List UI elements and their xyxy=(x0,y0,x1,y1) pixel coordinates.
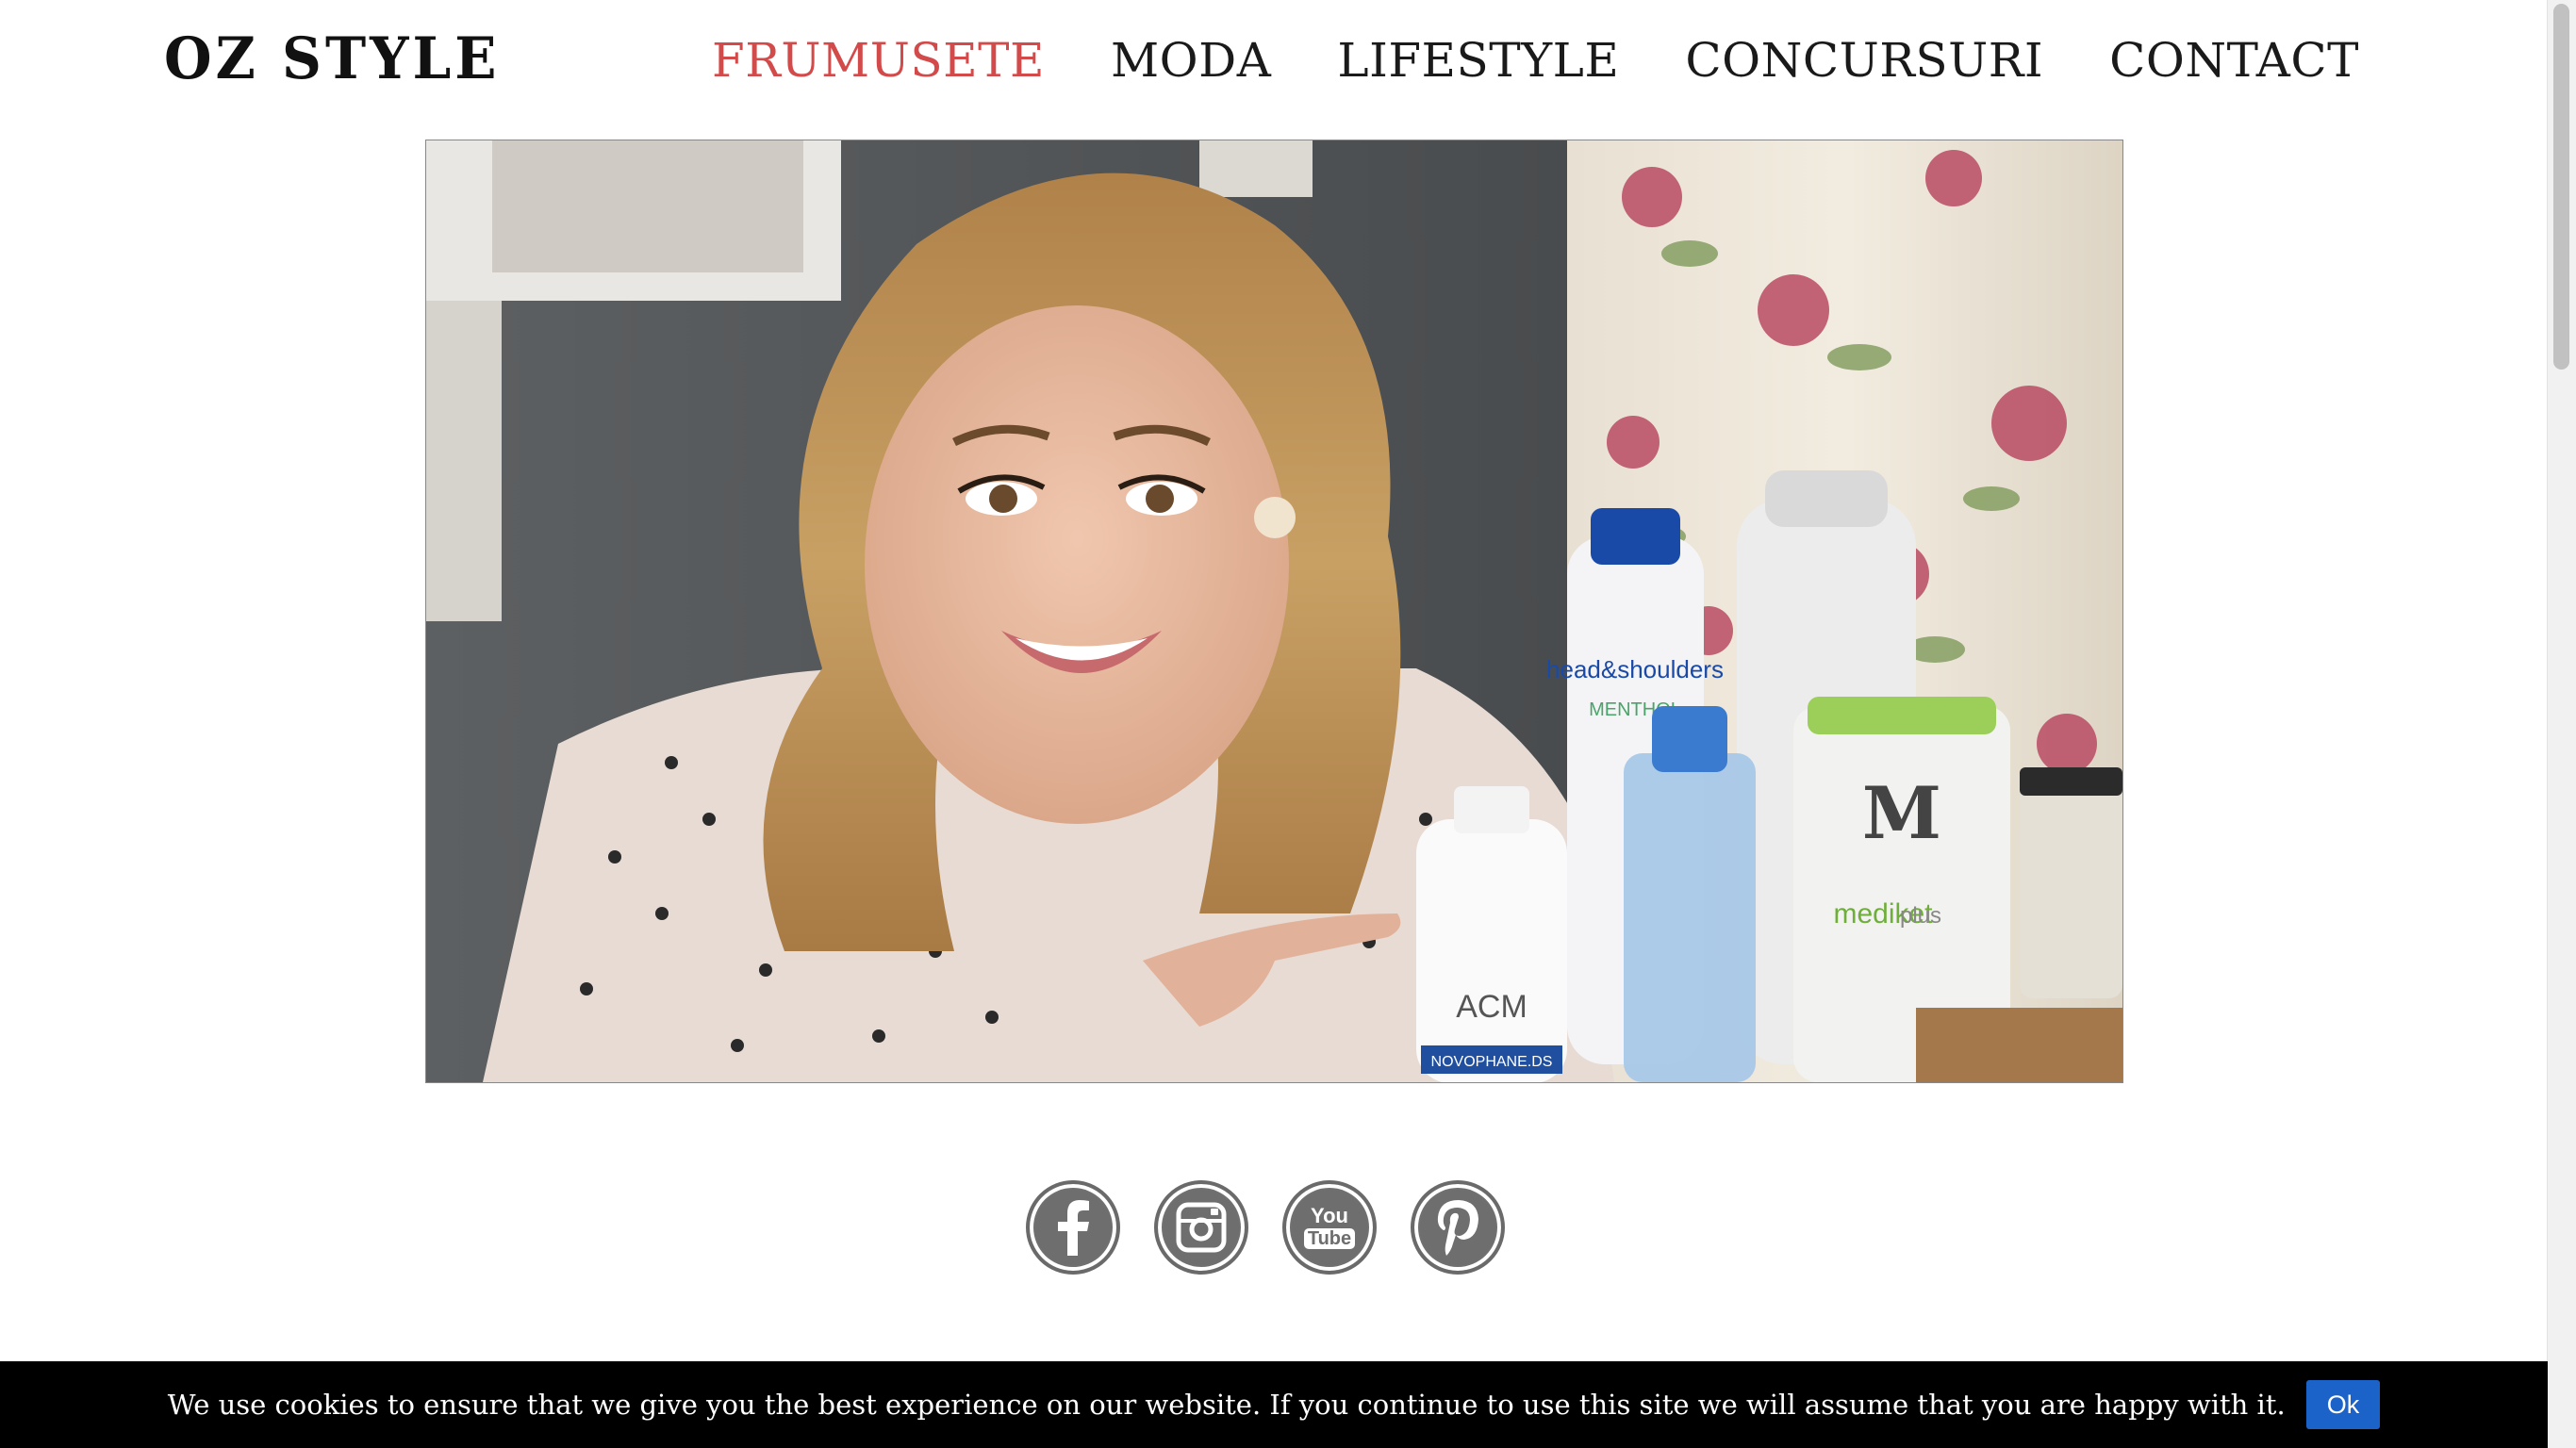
cookie-message: We use cookies to ensure that we give yo… xyxy=(167,1389,2286,1421)
mediket-variant-label: plus xyxy=(1900,903,1941,929)
cookie-consent-bar: We use cookies to ensure that we give yo… xyxy=(0,1361,2548,1448)
nav-item-concursuri[interactable]: CONCURSURI xyxy=(1685,32,2043,89)
pinterest-icon[interactable] xyxy=(1411,1180,1505,1275)
youtube-label-bottom: Tube xyxy=(1303,1228,1356,1249)
nav-item-moda[interactable]: MODA xyxy=(1111,32,1271,89)
instagram-icon[interactable] xyxy=(1154,1180,1248,1275)
cookie-ok-button[interactable]: Ok xyxy=(2305,1380,2381,1429)
youtube-label-top: You xyxy=(1311,1204,1348,1227)
pinterest-glyph xyxy=(1437,1200,1478,1256)
shampoo-brand-label: head&shoulders xyxy=(1546,655,1724,683)
youtube-icon[interactable]: You Tube xyxy=(1282,1180,1377,1275)
facebook-glyph xyxy=(1058,1200,1089,1256)
main-nav: FRUMUSETE MODA LIFESTYLE CONCURSURI CONT… xyxy=(712,32,2359,89)
nav-item-frumusete[interactable]: FRUMUSETE xyxy=(712,32,1045,89)
page: OZ STYLE FRUMUSETE MODA LIFESTYLE CONCUR… xyxy=(0,0,2576,1448)
social-icons: You Tube xyxy=(1026,1180,1505,1275)
vertical-scrollbar[interactable] xyxy=(2547,0,2576,1448)
mediket-letter: M xyxy=(1862,771,1941,855)
acm-product-label: NOVOPHANE.DS xyxy=(1431,1054,1553,1070)
site-logo[interactable]: OZ STYLE xyxy=(164,25,501,91)
acm-brand-label: ACM xyxy=(1456,989,1527,1025)
hero-photo-illustration: head&shoulders MENTHOL ACM NOVOPHANE.DS … xyxy=(426,140,2122,1082)
facebook-icon[interactable] xyxy=(1026,1180,1120,1275)
nav-item-lifestyle[interactable]: LIFESTYLE xyxy=(1337,32,1619,89)
hero-image[interactable]: head&shoulders MENTHOL ACM NOVOPHANE.DS … xyxy=(425,140,2123,1083)
scrollbar-thumb[interactable] xyxy=(2553,4,2569,370)
nav-item-contact[interactable]: CONTACT xyxy=(2109,32,2359,89)
instagram-glyph xyxy=(1176,1202,1227,1253)
